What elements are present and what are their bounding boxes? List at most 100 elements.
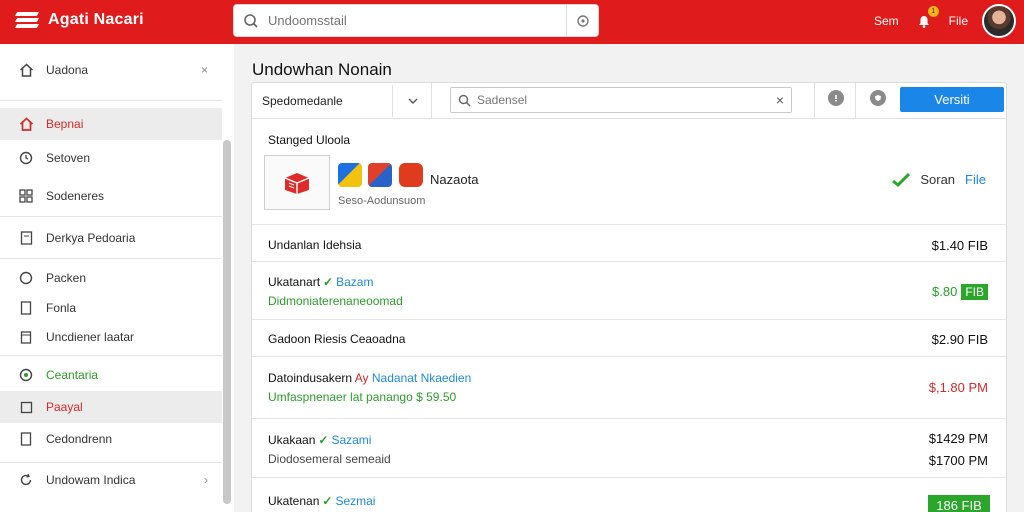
table-row-title[interactable]: Ukatenan ✓ Sezmai: [268, 494, 375, 508]
sidebar-divider: [0, 462, 222, 463]
logo-icon: [14, 10, 40, 30]
refresh-icon: [18, 472, 34, 488]
row-title-text: Ukatanart: [268, 275, 321, 289]
row-divider: [252, 261, 1006, 262]
table-row-title[interactable]: Ukakaan ✓ Sazami: [268, 433, 371, 447]
table-row-title[interactable]: Ukatanart ✓ Bazam: [268, 275, 373, 289]
sidebar-item-grid[interactable]: Sodeneres: [0, 180, 222, 212]
app-logo[interactable]: Agati Nacari: [14, 10, 144, 30]
table-row-price: $1.40 FIB: [931, 238, 988, 253]
sidebar-item-label: Ceantaria: [46, 368, 99, 382]
table-row-subtitle: Umfaspnenaer lat panango $ 59.50: [268, 390, 456, 404]
brand-subtitle: Seso-Aodunsuom: [338, 195, 426, 207]
toolbar-divider: [814, 83, 815, 119]
row-divider: [252, 418, 1006, 419]
primary-action-button[interactable]: Versiti: [900, 87, 1004, 112]
sidebar-item-calendar[interactable]: Uncdiener laatar: [0, 321, 222, 353]
category-select-toggle[interactable]: [392, 85, 432, 117]
filter-search[interactable]: ×: [450, 87, 792, 113]
sidebar-item-label: Setoven: [46, 151, 91, 165]
file-icon: [18, 300, 34, 316]
info-icon: [835, 95, 837, 102]
top-bar: Agati Nacari Sem 1 File: [0, 0, 1024, 44]
avatar[interactable]: [982, 4, 1016, 38]
search-icon: [234, 5, 268, 36]
home-icon: [18, 62, 34, 78]
row-title-text: Ukakaan: [268, 433, 316, 447]
sidebar-scrollbar[interactable]: [223, 140, 231, 504]
clock-icon: [18, 150, 34, 166]
sidebar-item-label: Cedondrenn: [46, 432, 113, 446]
section-header: Stanged Uloola: [268, 133, 351, 147]
sidebar-item-selected[interactable]: Paayal: [0, 391, 222, 423]
settings-button[interactable]: [870, 90, 886, 106]
row-title-link[interactable]: Nadanat Nkaedien: [372, 371, 471, 385]
search-options-button[interactable]: [566, 5, 598, 36]
sidebar-item-green[interactable]: Ceantaria: [0, 359, 222, 391]
sidebar-item-document[interactable]: Derkya Pedoaria: [0, 222, 222, 254]
check-icon: ✓: [323, 275, 334, 289]
table-row-title[interactable]: Gadoon Riesis Ceaoadna: [268, 332, 405, 346]
sidebar-divider: [0, 355, 222, 356]
notifications-button[interactable]: 1: [913, 6, 939, 32]
row-title-link[interactable]: Bazam: [336, 275, 373, 289]
row-divider: [252, 477, 1006, 478]
info-button[interactable]: [828, 90, 844, 106]
sidebar-item-files[interactable]: Fonla: [0, 292, 222, 324]
row-divider: [252, 224, 1006, 225]
price-tag: FIB: [961, 284, 988, 300]
app-icon-photos[interactable]: [338, 163, 362, 187]
sidebar-item-label: Derkya Pedoaria: [46, 231, 136, 245]
table-row-price-secondary: $1700 PM: [928, 453, 988, 468]
calendar-icon: [18, 329, 34, 345]
content-panel: Spedomedanle × Versiti Stanged Uloola: [251, 82, 1007, 512]
grid-icon: [18, 188, 34, 204]
brand-action-link[interactable]: File: [965, 172, 986, 187]
search-icon: [451, 94, 477, 107]
table-row-title[interactable]: Undanlan Idehsia: [268, 238, 361, 252]
row-title-text: Ukatenan: [268, 494, 320, 508]
table-row-title[interactable]: Datoindusakern Ay Nadanat Nkaedien: [268, 371, 471, 385]
sidebar-item-label: Paayal: [46, 400, 83, 414]
category-select-value: Spedomedanle: [262, 94, 343, 108]
sidebar-divider: [0, 216, 222, 217]
sidebar-item-settings[interactable]: Setoven: [0, 142, 222, 174]
product-box-icon: [284, 172, 310, 194]
toolbar: Spedomedanle × Versiti: [252, 83, 1006, 119]
sidebar-item-label: Packen: [46, 271, 87, 285]
table-row-subtitle: Diodosemeral semeaid: [268, 452, 391, 466]
sidebar-item-packages[interactable]: Packen: [0, 262, 222, 294]
document-icon: [18, 230, 34, 246]
app-icon-arrow[interactable]: [368, 163, 392, 187]
global-search-input[interactable]: [268, 5, 566, 36]
filter-input[interactable]: [477, 93, 769, 107]
app-icon-flame[interactable]: [399, 163, 423, 187]
file-menu[interactable]: File: [949, 14, 968, 28]
price-badge: 186 FIB: [928, 495, 990, 512]
sidebar-item-active[interactable]: Bepnai: [0, 108, 222, 140]
clear-icon[interactable]: ×: [769, 92, 791, 108]
sidebar: Uadona × Bepnai Setoven Sodeneres Derkya…: [0, 44, 234, 512]
brand-action-text: Soran: [920, 172, 956, 187]
sidebar-item-folder[interactable]: Cedondrenn: [0, 423, 222, 455]
sidebar-item-label: Uncdiener laatar: [46, 330, 135, 344]
user-name[interactable]: Sem: [874, 14, 899, 28]
row-title-link[interactable]: Sazami: [331, 433, 371, 447]
check-icon: ✓: [318, 433, 329, 447]
sidebar-item-home[interactable]: Uadona ×: [0, 54, 222, 86]
global-search[interactable]: [233, 4, 599, 37]
table-row-price: $.80 FIB: [932, 284, 988, 300]
row-divider: [252, 356, 1006, 357]
page-title: Undowhan Nonain: [252, 60, 392, 79]
app-title: Agati Nacari: [48, 11, 144, 28]
check-icon: [892, 172, 911, 187]
sidebar-item-more[interactable]: Undowam Indica ›: [0, 464, 222, 496]
close-icon[interactable]: ×: [201, 63, 208, 77]
product-thumbnail[interactable]: [264, 155, 330, 210]
home-red-icon: [18, 116, 34, 132]
circle-icon: [18, 270, 34, 286]
sidebar-item-label: Fonla: [46, 301, 77, 315]
header-actions: Sem 1 File: [874, 3, 1016, 39]
row-title-link[interactable]: Sezmai: [335, 494, 375, 508]
brand-action[interactable]: Soran File: [892, 172, 986, 187]
